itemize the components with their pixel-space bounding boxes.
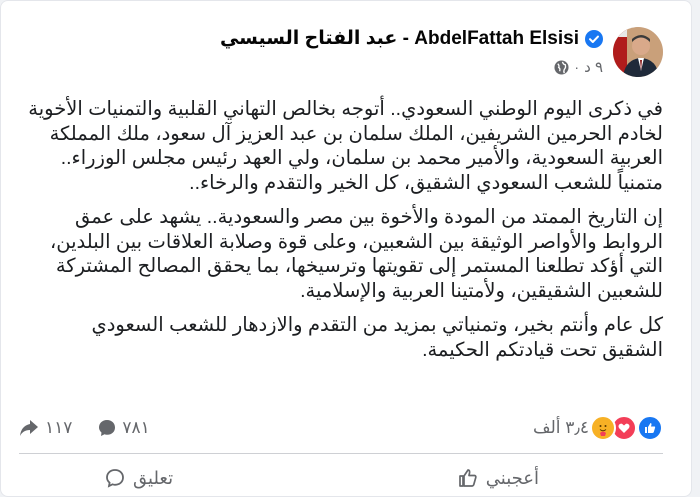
post-paragraph: كل عام وأنتم بخير، وتمنياتي بمزيد من الت… (91, 314, 663, 361)
post-paragraph: في ذكرى اليوم الوطني السعودي.. أتوجه بخا… (28, 98, 663, 194)
post-paragraph: إن التاريخ الممتد من المودة والأخوة بين … (49, 206, 663, 302)
post-actions: تعليق أعجبني (1, 463, 691, 493)
avatar[interactable] (613, 27, 663, 77)
like-button[interactable]: أعجبني (458, 468, 539, 489)
share-icon (20, 420, 38, 436)
engagement-counts: ١١٧ ٧٨١ (19, 418, 150, 438)
post-card: عبد الفتاح السيسي - AbdelFattah Elsisi ٩… (0, 0, 692, 497)
meta-separator: · (574, 59, 580, 75)
post-header: عبد الفتاح السيسي - AbdelFattah Elsisi ٩… (220, 27, 663, 77)
reaction-icons (590, 415, 663, 441)
reactions-summary[interactable]: ٣٫٤ ألف (533, 415, 663, 441)
shares-count-value: ١١٧ (45, 418, 73, 437)
post-text: في ذكرى اليوم الوطني السعودي.. أتوجه بخا… (27, 97, 663, 372)
comment-bubble-icon (99, 420, 116, 436)
verified-badge-icon (585, 29, 603, 48)
post-meta: ٩ د · (554, 58, 603, 76)
author-block: عبد الفتاح السيسي - AbdelFattah Elsisi ٩… (220, 27, 603, 76)
like-icon (637, 415, 663, 441)
author-row: عبد الفتاح السيسي - AbdelFattah Elsisi (220, 27, 603, 50)
post-time[interactable]: ٩ د (584, 58, 603, 76)
shares-count[interactable]: ١١٧ (19, 418, 72, 438)
comment-button[interactable]: تعليق (105, 468, 173, 489)
avatar-image (613, 27, 663, 77)
care-icon (590, 415, 616, 441)
post-stats: ١١٧ ٧٨١ ٣٫٤ ألف (19, 413, 663, 443)
reactions-count: ٣٫٤ ألف (532, 418, 589, 437)
thumbs-up-icon (458, 469, 477, 487)
comments-count[interactable]: ٧٨١ (98, 418, 150, 438)
comments-count-value: ٧٨١ (122, 418, 150, 437)
actions-divider (19, 453, 663, 454)
comment-icon (106, 469, 124, 488)
author-name[interactable]: عبد الفتاح السيسي - AbdelFattah Elsisi (220, 27, 579, 50)
like-label: أعجبني (485, 467, 539, 488)
comment-label: تعليق (133, 467, 174, 488)
globe-icon[interactable] (554, 59, 569, 75)
